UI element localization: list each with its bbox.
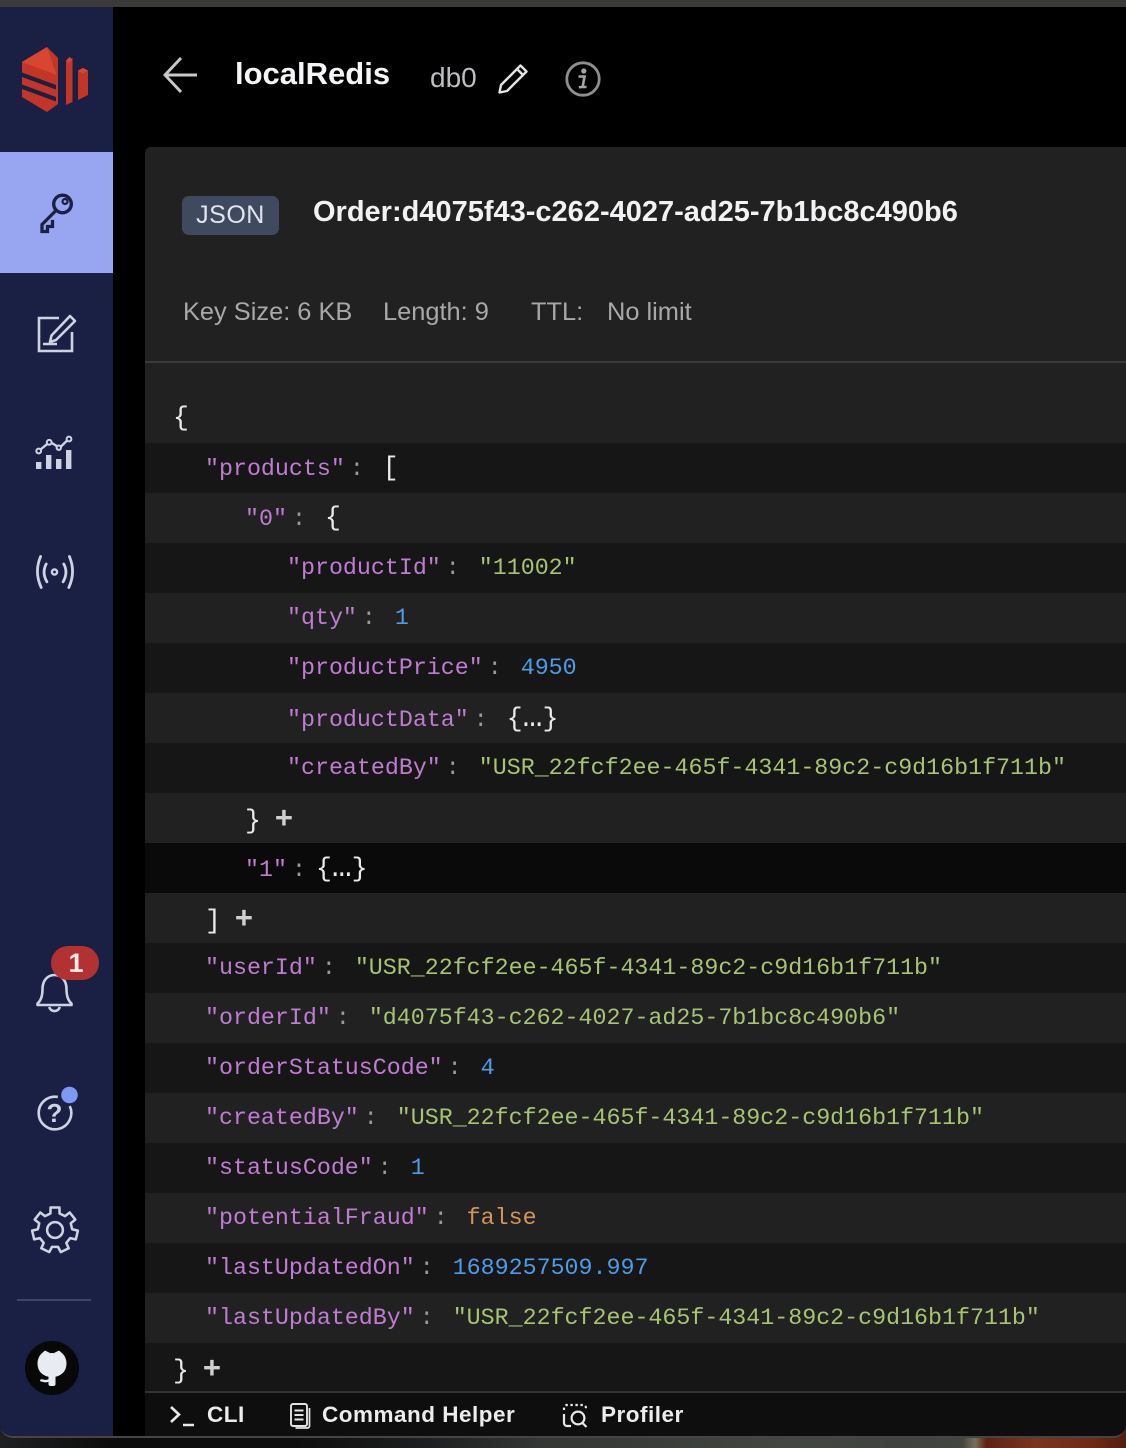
svg-text:?: ? xyxy=(47,1098,63,1128)
svg-text:1: 1 xyxy=(68,948,83,978)
